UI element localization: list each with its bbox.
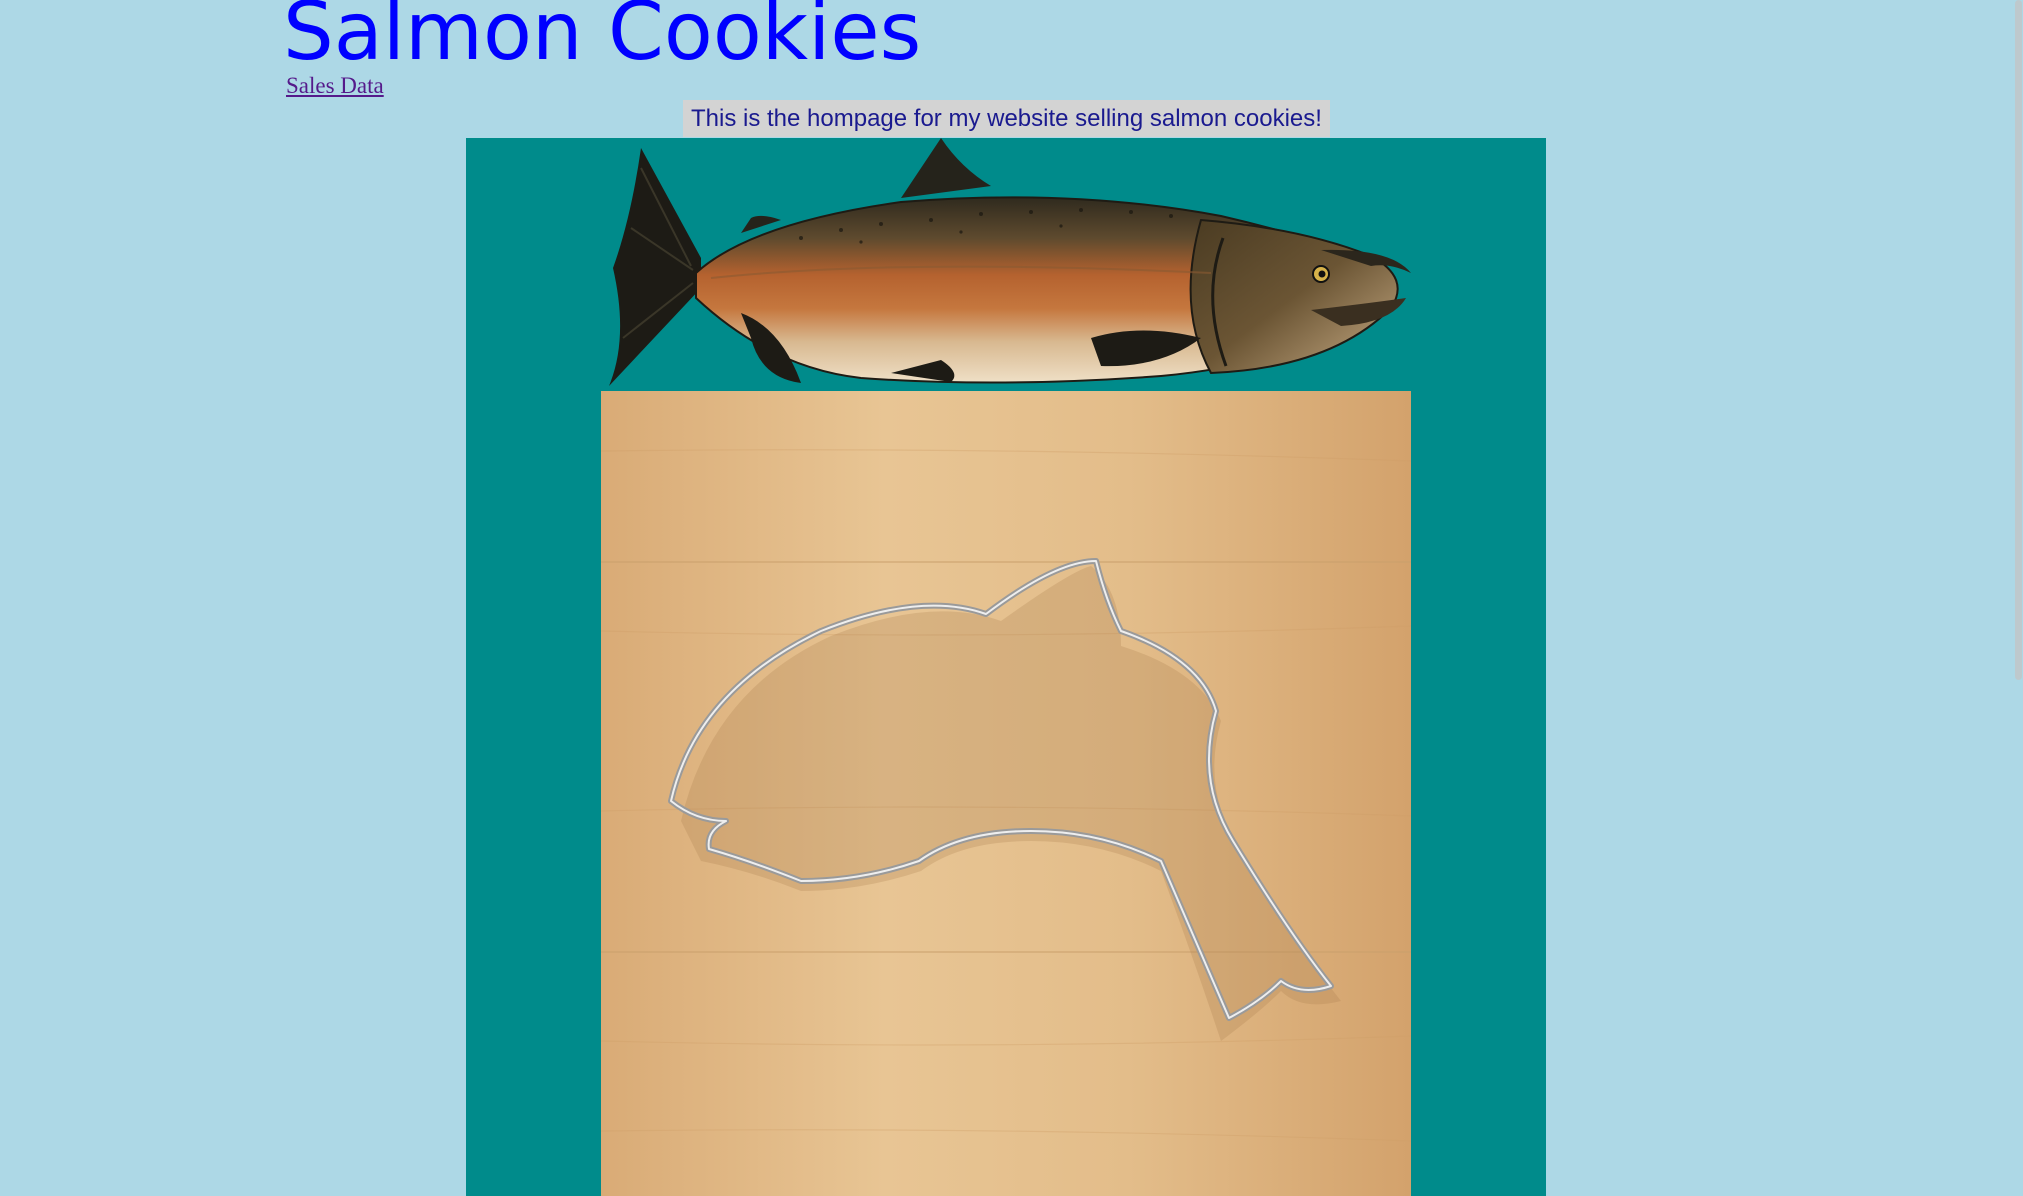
site-title: Salmon Cookies (283, 0, 922, 78)
page-scrollbar[interactable] (2009, 0, 2023, 1196)
scrollbar-thumb[interactable] (2015, 0, 2022, 680)
salmon-illustration (609, 138, 1411, 386)
image-gallery (466, 138, 1546, 1196)
sales-data-link[interactable]: Sales Data (286, 73, 384, 99)
page: Salmon Cookies Sales Data This is the ho… (0, 0, 2023, 1196)
intro-text: This is the hompage for my website selli… (683, 100, 1330, 137)
cookie-cutter-photo (601, 391, 1411, 1196)
